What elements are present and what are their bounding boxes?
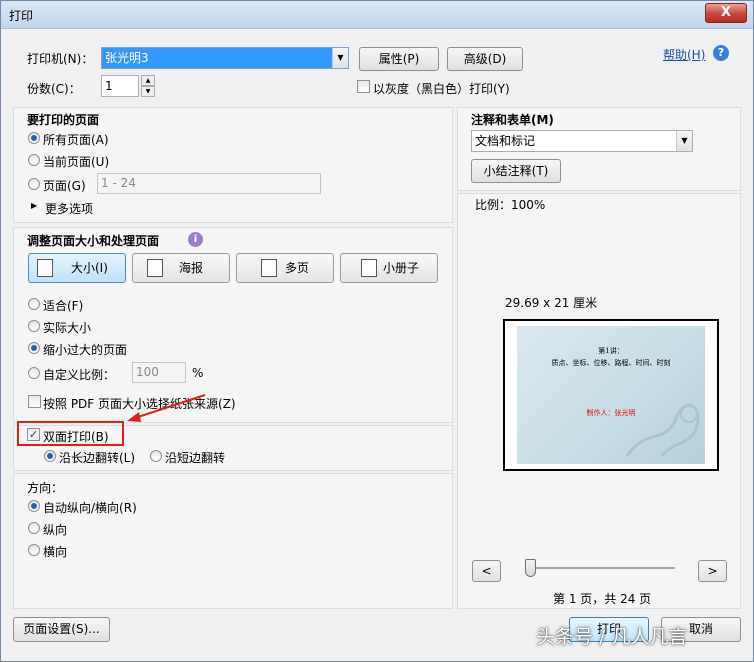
pages-radio[interactable] (28, 178, 40, 190)
more-options-link[interactable]: 更多选项 (45, 200, 93, 217)
custom-scale-radio[interactable] (28, 367, 40, 379)
short-edge-radio[interactable] (150, 450, 162, 462)
expand-triangle-icon[interactable]: ▶ (31, 201, 37, 210)
dialog-title: 打印 (9, 9, 34, 23)
shrink-oversized-label: 缩小过大的页面 (43, 343, 128, 357)
pages-section-title: 要打印的页面 (27, 113, 100, 127)
all-pages-label: 所有页面(A) (43, 133, 109, 147)
watermark-text: 头条号 / 凡人凡言 (536, 626, 688, 648)
paper-size-label: 29.69 x 21 厘米 (505, 296, 598, 310)
grayscale-checkbox[interactable] (357, 80, 370, 93)
auto-orientation-radio[interactable] (28, 500, 40, 512)
size-icon (37, 259, 53, 277)
copies-label: 份数(C)： (27, 82, 81, 96)
help-icon[interactable]: ? (713, 45, 729, 61)
duplex-label: 双面打印(B) (43, 430, 109, 444)
page-preview: 第1讲： 质点、坐标、位移、路程、时间、时刻 制作人：张光明 (503, 319, 719, 471)
sizing-section-title: 调整页面大小和处理页面 (27, 234, 160, 248)
shrink-oversized-radio[interactable] (28, 342, 40, 354)
long-edge-label: 沿长边翻转(L) (59, 451, 136, 465)
tab-poster[interactable]: 海报 (132, 253, 230, 283)
copies-down-icon[interactable]: ▼ (141, 86, 155, 97)
comments-title: 注释和表单(M) (471, 113, 554, 127)
copies-value: 1 (105, 79, 113, 93)
percent-label: % (192, 366, 204, 380)
landscape-label: 横向 (43, 545, 68, 559)
page-slider-track[interactable] (527, 567, 675, 569)
printer-value: 张光明3 (105, 51, 149, 65)
info-icon[interactable]: i (188, 232, 203, 247)
printer-select[interactable]: 张光明3 ▼ (101, 47, 349, 69)
preview-author: 制作人：张光明 (586, 409, 636, 417)
properties-button[interactable]: 属性(P) (359, 47, 439, 71)
long-edge-radio[interactable] (44, 450, 56, 462)
actual-size-label: 实际大小 (43, 321, 92, 335)
short-edge-label: 沿短边翻转 (165, 451, 226, 465)
title-bar: 打印 X (1, 1, 753, 29)
pages-range-input[interactable]: 1 - 24 (97, 173, 321, 194)
advanced-button[interactable]: 高级(D) (447, 47, 523, 71)
copies-up-icon[interactable]: ▲ (141, 75, 155, 86)
comments-value: 文档和标记 (475, 134, 536, 148)
custom-scale-label: 自定义比例： (43, 368, 116, 382)
comments-select[interactable]: 文档和标记 ▼ (471, 130, 693, 152)
next-page-button[interactable]: > (698, 560, 727, 582)
booklet-icon (361, 259, 377, 277)
actual-size-radio[interactable] (28, 320, 40, 332)
print-dialog: 打印 X 打印机(N)： 张光明3 ▼ 属性(P) 高级(D) 帮助(H) ? … (0, 0, 754, 662)
fit-radio[interactable] (28, 298, 40, 310)
pages-range-value: 1 - 24 (101, 176, 136, 190)
preview-title: 第1讲： (598, 347, 624, 355)
page-status: 第 1 页，共 24 页 (553, 592, 652, 606)
tab-size-label: 大小(I) (71, 261, 108, 275)
preview-page-image: 第1讲： 质点、坐标、位移、路程、时间、时刻 制作人：张光明 (517, 326, 705, 464)
page-slider-thumb[interactable] (525, 559, 536, 577)
portrait-radio[interactable] (28, 522, 40, 534)
prev-page-button[interactable]: < (472, 560, 501, 582)
dragon-pattern-icon (625, 403, 700, 457)
all-pages-radio[interactable] (28, 132, 40, 144)
multiple-pages-icon (261, 259, 277, 277)
close-button[interactable]: X (705, 3, 747, 23)
tab-multiple[interactable]: 多页 (236, 253, 334, 283)
preview-scale: 比例：100% (475, 198, 546, 212)
help-link[interactable]: 帮助(H) (663, 46, 705, 63)
current-page-radio[interactable] (28, 154, 40, 166)
copies-input[interactable]: 1 (101, 75, 139, 97)
custom-scale-value: 100 (136, 365, 159, 379)
chevron-down-icon[interactable]: ▼ (332, 48, 348, 68)
custom-scale-input[interactable]: 100 (132, 362, 186, 383)
tab-size[interactable]: 大小(I) (28, 253, 126, 283)
chevron-down-icon[interactable]: ▼ (676, 131, 692, 151)
preview-subtitle: 质点、坐标、位移、路程、时间、时刻 (551, 359, 671, 367)
tab-multiple-label: 多页 (285, 261, 310, 275)
grayscale-label: 以灰度（黑白色）打印(Y) (373, 82, 510, 96)
auto-orientation-label: 自动纵向/横向(R) (43, 501, 137, 515)
tab-poster-label: 海报 (179, 261, 204, 275)
portrait-label: 纵向 (43, 523, 68, 537)
summarize-comments-button[interactable]: 小结注释(T) (471, 159, 561, 183)
duplex-checkbox[interactable]: ✓ (27, 428, 40, 441)
orientation-title: 方向： (27, 481, 64, 495)
printer-label: 打印机(N)： (27, 52, 94, 66)
orientation-panel (13, 473, 453, 609)
current-page-label: 当前页面(U) (43, 155, 110, 169)
tab-booklet-label: 小册子 (383, 261, 420, 275)
paper-source-checkbox[interactable] (28, 395, 41, 408)
landscape-radio[interactable] (28, 544, 40, 556)
pages-label: 页面(G) (43, 179, 86, 193)
poster-icon (147, 259, 163, 277)
fit-label: 适合(F) (43, 299, 84, 313)
page-setup-button[interactable]: 页面设置(S)... (13, 617, 110, 642)
tab-booklet[interactable]: 小册子 (340, 253, 438, 283)
